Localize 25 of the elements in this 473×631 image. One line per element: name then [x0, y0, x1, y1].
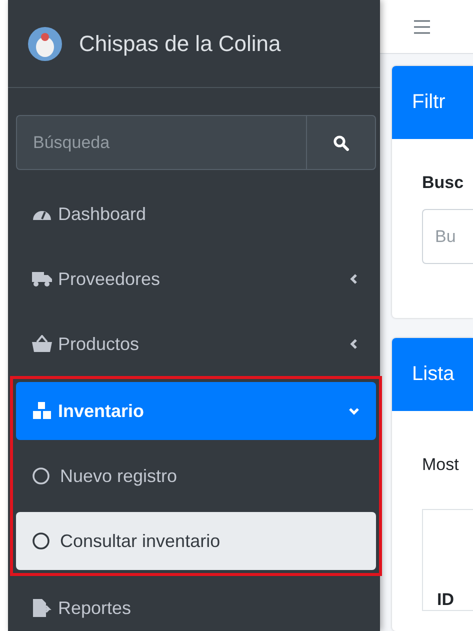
card-title: Filtr [412, 91, 446, 114]
sidebar-item[interactable]: Dashboard [16, 185, 376, 243]
menu-icon[interactable] [414, 20, 430, 34]
sidebar-item[interactable]: Inventario [16, 382, 376, 440]
circle-icon [32, 532, 50, 550]
search-field[interactable]: Búsqueda [16, 115, 306, 170]
search-icon [333, 134, 349, 150]
search-input-field[interactable]: Bu [422, 209, 473, 264]
file-arrow-icon [32, 599, 52, 617]
sidebar-item[interactable]: Proveedores [16, 250, 376, 308]
field-label: Busc [422, 173, 465, 193]
card-title: Lista [412, 363, 454, 386]
truck-icon [32, 270, 52, 288]
sidebar-subitem[interactable]: Consultar inventario [16, 512, 376, 570]
sidebar-subitem[interactable]: Nuevo registro [16, 447, 376, 505]
column-header: ID [437, 590, 454, 610]
sidebar-item[interactable]: Productos [16, 315, 376, 373]
circle-icon [32, 467, 50, 485]
brand-title: Chispas de la Colina [79, 30, 281, 56]
basket-icon [32, 335, 52, 353]
search-button[interactable] [306, 115, 376, 170]
show-entries-text: Most [422, 455, 460, 475]
logo-icon [27, 26, 63, 62]
sidebar-item[interactable]: Reportes [16, 579, 376, 631]
boxes-icon [32, 402, 52, 420]
